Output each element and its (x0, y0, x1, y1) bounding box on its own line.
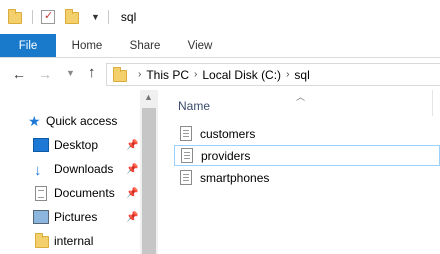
nav-item-internal[interactable]: internal (0, 229, 140, 253)
column-header-name[interactable]: Name (178, 99, 210, 113)
file-name: smartphones (200, 170, 270, 185)
pin-icon[interactable]: 📌 (126, 212, 138, 223)
nav-item-label: internal (54, 234, 94, 248)
nav-item-label: Pictures (54, 210, 98, 224)
file-row-customers[interactable]: customers (174, 123, 440, 144)
breadcrumb-this-pc[interactable]: This PC (146, 68, 189, 82)
navigation-pane: ★ Quick access Desktop 📌 ↓ Downloads 📌 D… (0, 90, 158, 254)
nav-item-downloads[interactable]: ↓ Downloads 📌 (0, 157, 140, 181)
properties-icon[interactable] (41, 9, 55, 24)
scroll-up-icon[interactable]: ▲ (144, 92, 153, 102)
window-title: sql (120, 10, 137, 24)
sort-ascending-icon: ︿ (296, 92, 306, 102)
file-list-pane: ︿ Name customers providers smartphones (158, 90, 440, 254)
tab-home[interactable]: Home (56, 34, 118, 57)
chevron-right-icon[interactable]: › (138, 69, 141, 80)
text-file-icon (181, 148, 193, 163)
file-row-smartphones[interactable]: smartphones (174, 167, 440, 188)
breadcrumb-local-disk[interactable]: Local Disk (C:) (202, 68, 281, 82)
breadcrumb-sql[interactable]: sql (294, 68, 309, 82)
forward-arrow-icon[interactable]: → (38, 66, 52, 82)
back-arrow-icon[interactable]: ← (12, 66, 26, 82)
file-name: providers (201, 148, 251, 163)
nav-pane-scrollbar[interactable]: ▲ (140, 90, 158, 254)
file-row-providers[interactable]: providers (174, 145, 440, 166)
nav-item-desktop[interactable]: Desktop 📌 (0, 133, 140, 157)
title-bar: ▼ sql (0, 0, 440, 34)
download-icon: ↓ (34, 162, 42, 179)
text-file-icon (180, 170, 192, 185)
pictures-icon (33, 210, 49, 224)
text-file-icon (180, 126, 192, 141)
nav-item-label: Documents (54, 186, 115, 200)
address-bar[interactable]: › This PC › Local Disk (C:) › sql (106, 63, 440, 86)
nav-item-label: Downloads (54, 162, 114, 176)
toolbar-divider (107, 10, 109, 24)
toolbar-divider (32, 10, 33, 24)
documents-icon (35, 185, 47, 201)
nav-item-label: Desktop (54, 138, 99, 152)
navigation-bar: ← → ▼ ↑ › This PC › Local Disk (C:) › sq… (0, 58, 440, 90)
file-name: customers (200, 126, 256, 141)
nav-item-quick-access[interactable]: ★ Quick access (0, 109, 140, 133)
pin-icon[interactable]: 📌 (126, 164, 138, 175)
chevron-right-icon[interactable]: › (194, 69, 197, 80)
nav-item-pictures[interactable]: Pictures 📌 (0, 205, 140, 229)
nav-item-documents[interactable]: Documents 📌 (0, 181, 140, 205)
up-arrow-icon[interactable]: ↑ (88, 64, 96, 81)
star-icon: ★ (28, 112, 41, 129)
customize-toolbar-icon[interactable]: ▼ (91, 12, 100, 22)
ribbon-tabs: File Home Share View (0, 34, 440, 58)
explorer-window: ▼ sql File Home Share View ← → ▼ ↑ › Thi… (0, 0, 440, 254)
nav-item-label: Quick access (46, 114, 118, 128)
new-folder-icon[interactable] (65, 9, 81, 24)
pin-icon[interactable]: 📌 (126, 140, 138, 151)
desktop-icon (33, 138, 49, 152)
tab-view[interactable]: View (172, 34, 228, 57)
tab-file[interactable]: File (0, 34, 56, 57)
tab-share[interactable]: Share (118, 34, 172, 57)
folder-icon (113, 66, 129, 82)
folder-icon (35, 233, 51, 248)
chevron-right-icon[interactable]: › (286, 69, 289, 80)
pin-icon[interactable]: 📌 (126, 188, 138, 199)
scrollbar-thumb[interactable] (142, 108, 156, 254)
folder-icon (8, 9, 24, 24)
chevron-down-icon[interactable]: ▼ (66, 68, 75, 78)
column-divider[interactable] (432, 90, 433, 116)
